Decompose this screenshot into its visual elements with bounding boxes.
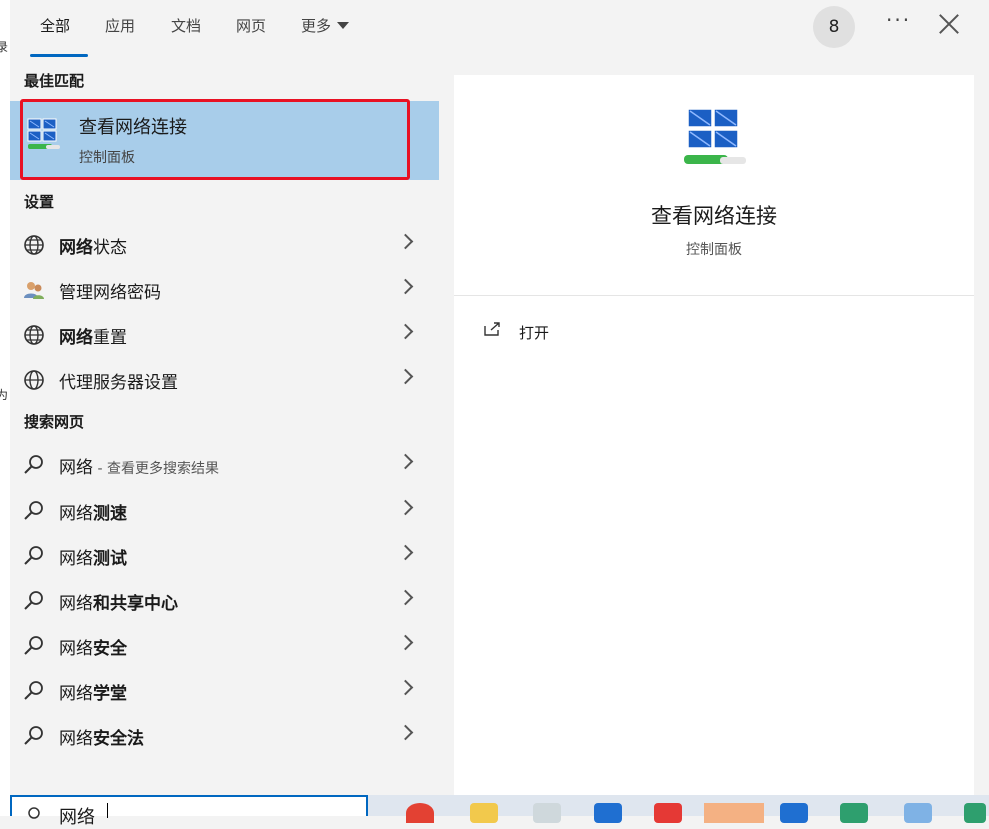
web-item[interactable]: 网络安全 (10, 625, 439, 665)
tab-more[interactable]: 更多 (301, 16, 350, 40)
search-input[interactable]: 网络 (10, 795, 368, 828)
divider (454, 295, 974, 296)
chevron-right-icon (397, 679, 414, 696)
settings-item-label: 网络重置 (59, 328, 127, 348)
open-external-icon (484, 322, 500, 336)
chevron-right-icon (397, 323, 414, 340)
bg-text-1: 录 (0, 40, 9, 54)
chevron-right-icon (397, 634, 414, 651)
web-item-label: 网络 - 查看更多搜索结果 (59, 458, 219, 478)
section-best-match: 最佳匹配 (24, 72, 85, 90)
web-item[interactable]: 网络测试 (10, 535, 439, 575)
wechat-icon[interactable] (704, 803, 764, 823)
chevron-right-icon (397, 233, 414, 250)
settings-item-network-reset[interactable]: 网络重置 (10, 314, 439, 354)
globe-icon (24, 370, 44, 390)
vscode-icon[interactable] (780, 803, 808, 823)
caret-down-icon (337, 22, 350, 29)
top-nav: 全部 应用 文档 网页 更多 8 ··· (10, 0, 989, 58)
best-match-title: 查看网络连接 (79, 117, 187, 138)
settings-item-proxy[interactable]: 代理服务器设置 (10, 359, 439, 399)
taskbar (368, 795, 989, 823)
search-icon (24, 455, 43, 474)
avatar[interactable]: 8 (813, 6, 855, 48)
web-item-label: 网络和共享中心 (59, 594, 178, 614)
web-item-label: 网络安全 (59, 639, 127, 659)
tab-apps[interactable]: 应用 (105, 16, 135, 40)
web-item[interactable]: 网络测速 (10, 490, 439, 530)
chevron-right-icon (397, 589, 414, 606)
web-item[interactable]: 网络学堂 (10, 670, 439, 710)
detail-title: 查看网络连接 (651, 204, 777, 228)
web-item-label: 网络学堂 (59, 684, 127, 704)
search-icon (24, 636, 43, 655)
search-icon (28, 807, 40, 819)
network-connections-icon (684, 108, 746, 164)
users-icon (24, 282, 44, 299)
tab-web[interactable]: 网页 (236, 16, 266, 40)
best-match-item[interactable]: 查看网络连接 控制面板 (10, 99, 439, 180)
search-icon (24, 681, 43, 700)
web-item[interactable]: 网络和共享中心 (10, 580, 439, 620)
section-search-web: 搜索网页 (24, 413, 85, 431)
globe-icon (24, 325, 44, 345)
detail-pane: 查看网络连接 控制面板 打开 (454, 75, 974, 795)
globe-icon (24, 235, 44, 255)
search-panel: 全部 应用 文档 网页 更多 8 ··· 最佳匹配 查看网络连接 控制面板 设置 (10, 0, 989, 795)
search-icon (24, 591, 43, 610)
web-item[interactable]: 网络 - 查看更多搜索结果 (10, 444, 439, 484)
web-item-label: 网络安全法 (59, 729, 144, 749)
web-item-label: 网络测试 (59, 549, 127, 569)
chevron-right-icon (397, 544, 414, 561)
chevron-right-icon (397, 453, 414, 470)
chevron-right-icon (397, 278, 414, 295)
settings-item-manage-passwords[interactable]: 管理网络密码 (10, 269, 439, 309)
web-item[interactable]: 网络安全法 (10, 715, 439, 755)
chevron-right-icon (397, 368, 414, 385)
app-icon[interactable] (533, 803, 561, 823)
open-action[interactable]: 打开 (482, 318, 682, 348)
settings-item-label: 网络状态 (59, 238, 127, 258)
tab-all[interactable]: 全部 (40, 16, 70, 40)
bg-text-2: 为 (0, 388, 9, 402)
settings-item-label: 代理服务器设置 (59, 373, 178, 393)
file-explorer-icon[interactable] (470, 803, 498, 823)
security-icon[interactable] (840, 803, 868, 823)
tab-more-label: 更多 (301, 17, 332, 35)
search-input-value: 网络 (59, 807, 95, 828)
detail-subtitle: 控制面板 (686, 242, 742, 258)
settings-item-network-status[interactable]: 网络状态 (10, 224, 439, 264)
app-icon[interactable] (654, 803, 682, 823)
best-match-subtitle: 控制面板 (79, 150, 135, 166)
active-tab-indicator (30, 54, 88, 57)
vscode-icon[interactable] (594, 803, 622, 823)
search-icon (24, 501, 43, 520)
search-icon (24, 546, 43, 565)
chevron-right-icon (397, 499, 414, 516)
section-settings: 设置 (24, 193, 55, 211)
chrome-icon[interactable] (406, 803, 434, 823)
app-icon[interactable] (904, 803, 932, 823)
highlight-box (20, 99, 410, 180)
search-icon (24, 726, 43, 745)
open-label: 打开 (519, 324, 550, 342)
network-connections-icon (27, 118, 60, 149)
chevron-right-icon (397, 724, 414, 741)
tab-documents[interactable]: 文档 (171, 16, 201, 40)
background-window-edge: 录 为 (0, 0, 10, 816)
more-options-icon[interactable]: ··· (886, 8, 911, 32)
settings-item-label: 管理网络密码 (59, 283, 161, 303)
close-icon[interactable] (938, 13, 960, 35)
web-item-label: 网络测速 (59, 504, 127, 524)
security-icon[interactable] (964, 803, 986, 823)
